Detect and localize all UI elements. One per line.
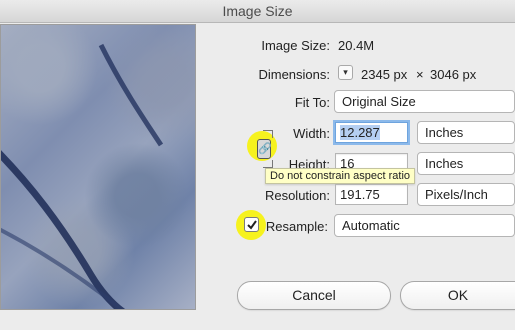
constrain-aspect-toggle[interactable]: 🔗 (257, 139, 272, 159)
window-title: Image Size (0, 0, 515, 23)
fit-to-select[interactable]: Original Size (334, 90, 515, 113)
ok-button[interactable]: OK (400, 281, 515, 310)
tooltip: Do not constrain aspect ratio (265, 168, 416, 184)
resample-method-select[interactable]: Automatic (334, 214, 515, 237)
image-preview[interactable] (0, 24, 196, 310)
width-unit-select[interactable]: Inches (417, 121, 515, 144)
resolution-input[interactable]: 191.75 (335, 184, 408, 205)
dimensions-width-value: 2345 px (361, 67, 408, 82)
preview-image-strokes (1, 43, 164, 309)
image-size-value: 20.4M (338, 38, 375, 53)
width-input[interactable]: 12.287 (335, 122, 408, 143)
resolution-label: Resolution: (264, 188, 330, 203)
resolution-unit-select[interactable]: Pixels/Inch (417, 183, 515, 206)
chevron-down-icon: ▾ (343, 67, 348, 77)
image-size-label: Image Size: (261, 38, 330, 53)
width-value: 12.287 (340, 125, 380, 140)
height-unit-select[interactable]: Inches (417, 152, 515, 175)
dimensions-menu-button[interactable]: ▾ (338, 65, 353, 80)
checkmark-icon (247, 220, 257, 230)
width-label: Width: (293, 126, 330, 141)
resample-label: Resample: (265, 219, 328, 234)
resample-checkbox[interactable] (244, 217, 259, 232)
dimensions-times: × (416, 67, 424, 82)
link-chain-icon: 🔗 (258, 143, 272, 155)
dimensions-height-value: 3046 px (430, 67, 477, 82)
dimensions-label: Dimensions: (258, 67, 330, 82)
fit-to-label: Fit To: (294, 95, 330, 110)
cancel-button[interactable]: Cancel (237, 281, 391, 310)
